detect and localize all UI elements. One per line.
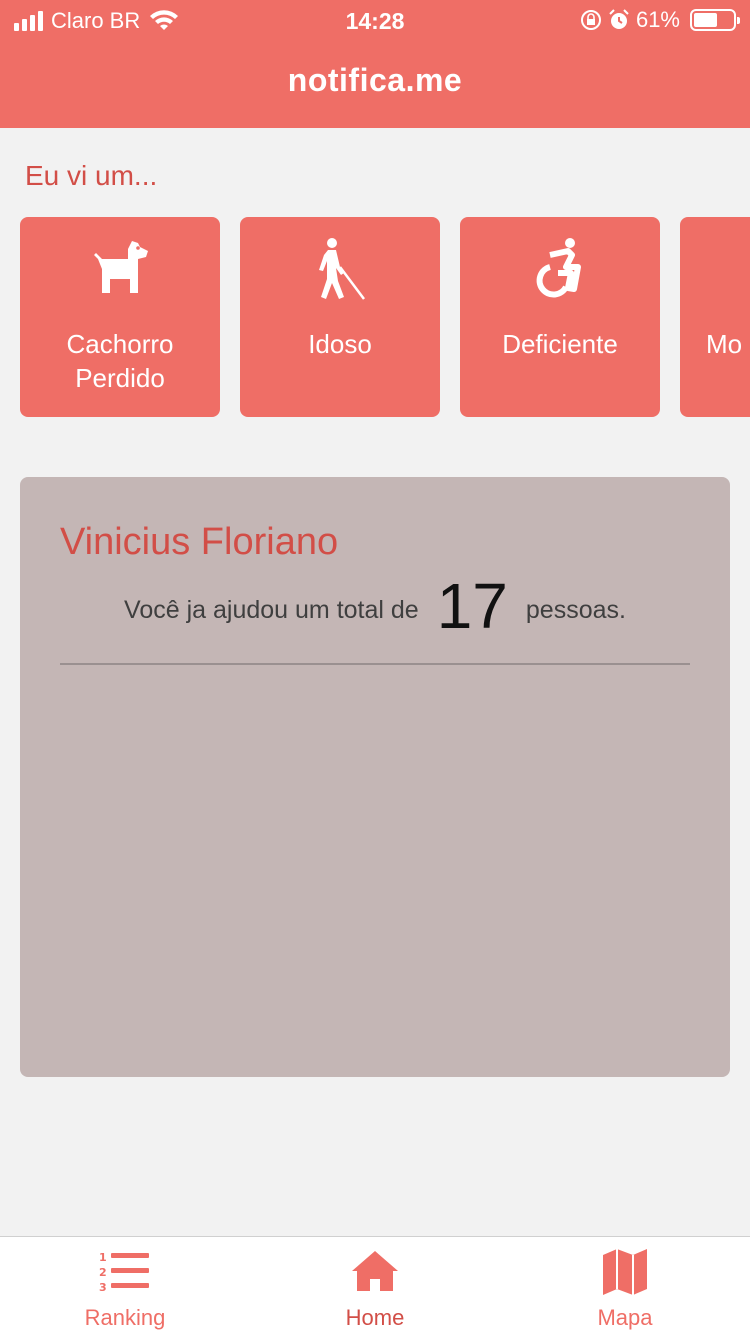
tab-map[interactable]: Mapa xyxy=(500,1237,750,1334)
tab-label: Mapa xyxy=(597,1305,653,1330)
home-icon xyxy=(250,1249,500,1293)
category-label: Deficiente xyxy=(502,329,618,359)
category-card-elderly[interactable]: Idoso xyxy=(240,217,440,417)
svg-text:3: 3 xyxy=(99,1281,107,1293)
battery-percent: 61% xyxy=(635,7,680,32)
ranking-list-icon: 1 2 3 xyxy=(0,1249,250,1293)
dog-icon xyxy=(20,237,220,301)
help-prefix: Você ja ajudou um total de xyxy=(124,596,419,624)
tab-ranking[interactable]: 1 2 3 Ranking xyxy=(0,1237,250,1334)
divider xyxy=(60,663,690,665)
wheelchair-icon xyxy=(460,237,660,301)
status-right: 61% xyxy=(580,7,740,33)
category-card-dog[interactable]: Cachorro Perdido xyxy=(20,217,220,417)
battery-fill xyxy=(694,13,717,27)
tab-label: Ranking xyxy=(84,1305,166,1330)
battery-icon xyxy=(690,9,740,31)
profile-panel: Vinicius Floriano Você ja ajudou um tota… xyxy=(20,477,730,1077)
category-carousel[interactable]: Cachorro Perdido Idoso Deficiente Mo xyxy=(0,217,750,417)
map-icon xyxy=(500,1249,750,1295)
help-summary: Você ja ajudou um total de 17 pessoas. xyxy=(20,571,730,647)
tab-bar: 1 2 3 Ranking Home Mapa xyxy=(0,1236,750,1334)
app-header: Claro BR 14:28 61% notifica.me xyxy=(0,0,750,128)
tab-home[interactable]: Home xyxy=(250,1237,500,1334)
page-title: notifica.me xyxy=(287,62,463,98)
category-label: Cachorro Perdido xyxy=(66,329,174,393)
orientation-lock-icon xyxy=(580,10,601,30)
category-label: Idoso xyxy=(308,329,372,359)
category-card-partial[interactable]: Mo xyxy=(680,217,750,417)
svg-text:2: 2 xyxy=(99,1266,107,1279)
status-bar: Claro BR 14:28 61% xyxy=(0,0,750,40)
tab-label: Home xyxy=(345,1305,405,1330)
section-title: Eu vi um... xyxy=(25,160,158,191)
category-label: Mo xyxy=(706,329,743,359)
user-name: Vinicius Floriano xyxy=(60,521,339,563)
help-suffix: pessoas. xyxy=(525,596,626,624)
category-card-disabled[interactable]: Deficiente xyxy=(460,217,660,417)
blind-elderly-icon xyxy=(240,237,440,301)
svg-text:1: 1 xyxy=(99,1251,107,1264)
alarm-icon xyxy=(609,9,629,29)
help-count: 17 xyxy=(436,570,508,642)
